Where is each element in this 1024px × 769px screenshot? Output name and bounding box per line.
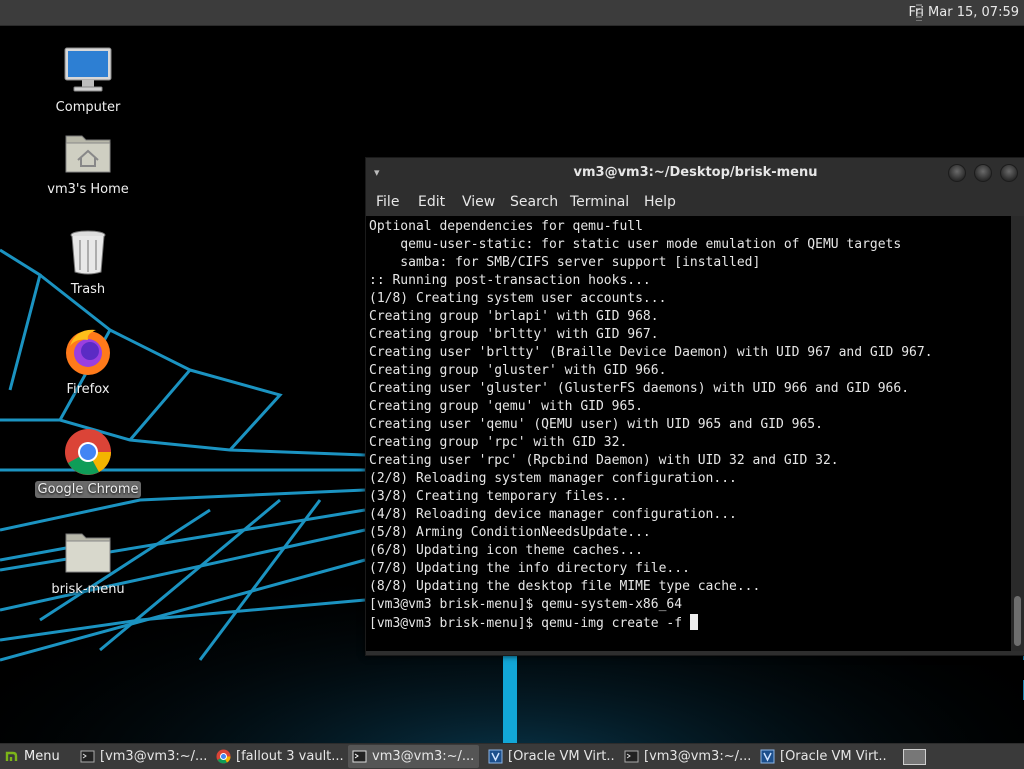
mate-menu-icon (5, 751, 18, 761)
terminal-icon (624, 750, 639, 763)
scrollbar-thumb[interactable] (1014, 596, 1021, 646)
taskbar-item-label: vm3@vm3:~/... (372, 749, 475, 764)
taskbar-item-label: [vm3@vm3:~/... (100, 749, 207, 764)
desktop-icon-computer[interactable]: Computer (28, 44, 148, 116)
taskbar-item[interactable]: [Oracle VM Virt... (756, 745, 887, 768)
terminal-line: Creating user 'gluster' (GlusterFS daemo… (369, 381, 910, 396)
window-titlebar[interactable]: ▾ vm3@vm3:~/Desktop/brisk-menu (366, 158, 1024, 188)
menu-help[interactable]: Help (644, 188, 676, 216)
terminal-menubar: File Edit View Search Terminal Help (366, 188, 1024, 216)
desktop-icon-label: Google Chrome (34, 481, 142, 498)
menu-label: Menu (24, 749, 60, 764)
desktop-icon-label: vm3's Home (47, 182, 129, 197)
taskbar-item[interactable]: [vm3@vm3:~/... (620, 745, 751, 768)
top-panel: Fri Mar 15, 07:59 (0, 0, 1024, 26)
chrome-icon (216, 749, 231, 764)
terminal-icon (80, 750, 95, 763)
taskbar-item[interactable]: [Oracle VM Virt... (484, 745, 615, 768)
terminal-line: [vm3@vm3 brisk-menu]$ qemu-system-x86_64 (369, 597, 683, 612)
close-button[interactable] (1000, 164, 1018, 182)
chrome-icon (62, 426, 114, 478)
menu-search[interactable]: Search (510, 188, 558, 216)
desktop-icon-label: brisk-menu (51, 582, 125, 597)
terminal-line: (7/8) Updating the info directory file..… (369, 561, 690, 576)
clock[interactable]: Fri Mar 15, 07:59 (908, 0, 1019, 25)
taskbar-item[interactable]: [fallout 3 vault... (212, 745, 343, 768)
terminal-line: (2/8) Reloading system manager configura… (369, 471, 737, 486)
minimize-button[interactable] (948, 164, 966, 182)
terminal-scrollbar[interactable] (1011, 216, 1024, 651)
bottom-panel: Menu [vm3@vm3:~/... [fallout 3 vault... … (0, 743, 1024, 769)
desktop-icon-chrome[interactable]: Google Chrome (28, 426, 148, 498)
virtualbox-icon (488, 749, 503, 764)
terminal-line: (8/8) Updating the desktop file MIME typ… (369, 579, 761, 594)
terminal-icon (352, 750, 367, 763)
terminal-line: Optional dependencies for qemu-full (369, 219, 643, 234)
menu-button[interactable]: Menu (2, 744, 68, 769)
firefox-icon (62, 326, 114, 378)
terminal-prompt-text: [vm3@vm3 brisk-menu]$ qemu-img create -f (369, 616, 690, 631)
show-desktop-button[interactable] (903, 749, 926, 765)
virtualbox-icon (760, 749, 775, 764)
terminal-line: (5/8) Arming ConditionNeedsUpdate... (369, 525, 651, 540)
desktop-icon-brisk-menu[interactable]: brisk-menu (28, 526, 148, 598)
desktop-icon-home[interactable]: vm3's Home (28, 126, 148, 198)
desktop-icon-label: Trash (70, 282, 106, 297)
maximize-button[interactable] (974, 164, 992, 182)
terminal-line: (3/8) Creating temporary files... (369, 489, 628, 504)
terminal-output[interactable]: Optional dependencies for qemu-full qemu… (366, 216, 1011, 651)
terminal-prompt-line[interactable]: [vm3@vm3 brisk-menu]$ qemu-img create -f (369, 614, 698, 632)
terminal-line: qemu-user-static: for static user mode e… (369, 237, 902, 252)
terminal-window[interactable]: ▾ vm3@vm3:~/Desktop/brisk-menu File Edit… (365, 157, 1024, 656)
menu-edit[interactable]: Edit (418, 188, 445, 216)
taskbar-item-label: [fallout 3 vault... (236, 749, 343, 764)
terminal-line: (1/8) Creating system user accounts... (369, 291, 667, 306)
taskbar-item[interactable]: [vm3@vm3:~/... (76, 745, 207, 768)
folder-icon (62, 526, 114, 578)
desktop-icon-trash[interactable]: Trash (28, 226, 148, 298)
trash-icon (62, 226, 114, 278)
menu-terminal[interactable]: Terminal (570, 188, 629, 216)
desktop-icon-firefox[interactable]: Firefox (28, 326, 148, 398)
terminal-line: :: Running post-transaction hooks... (369, 273, 651, 288)
taskbar-item-label: [Oracle VM Virt... (780, 749, 887, 764)
window-title: vm3@vm3:~/Desktop/brisk-menu (573, 165, 818, 180)
computer-icon (62, 44, 114, 96)
terminal-line: Creating group 'qemu' with GID 965. (369, 399, 643, 414)
desktop-icon-label: Firefox (66, 382, 110, 397)
home-folder-icon (62, 126, 114, 178)
taskbar-item-active[interactable]: vm3@vm3:~/... (348, 745, 479, 768)
terminal-cursor (689, 614, 698, 630)
terminal-line: Creating group 'rpc' with GID 32. (369, 435, 628, 450)
menu-view[interactable]: View (462, 188, 495, 216)
terminal-line: samba: for SMB/CIFS server support [inst… (369, 255, 761, 270)
terminal-line: Creating group 'gluster' with GID 966. (369, 363, 667, 378)
terminal-line: (4/8) Reloading device manager configura… (369, 507, 737, 522)
terminal-line: Creating user 'qemu' (QEMU user) with UI… (369, 417, 823, 432)
terminal-line: Creating group 'brltty' with GID 967. (369, 327, 659, 342)
terminal-line: Creating group 'brlapi' with GID 968. (369, 309, 659, 324)
terminal-line: (6/8) Updating icon theme caches... (369, 543, 643, 558)
taskbar-item-label: [Oracle VM Virt... (508, 749, 615, 764)
menu-file[interactable]: File (376, 188, 399, 216)
terminal-line: Creating user 'rpc' (Rpcbind Daemon) wit… (369, 453, 839, 468)
taskbar-item-label: [vm3@vm3:~/... (644, 749, 751, 764)
desktop-icon-label: Computer (55, 100, 121, 115)
terminal-line: Creating user 'brltty' (Braille Device D… (369, 345, 933, 360)
